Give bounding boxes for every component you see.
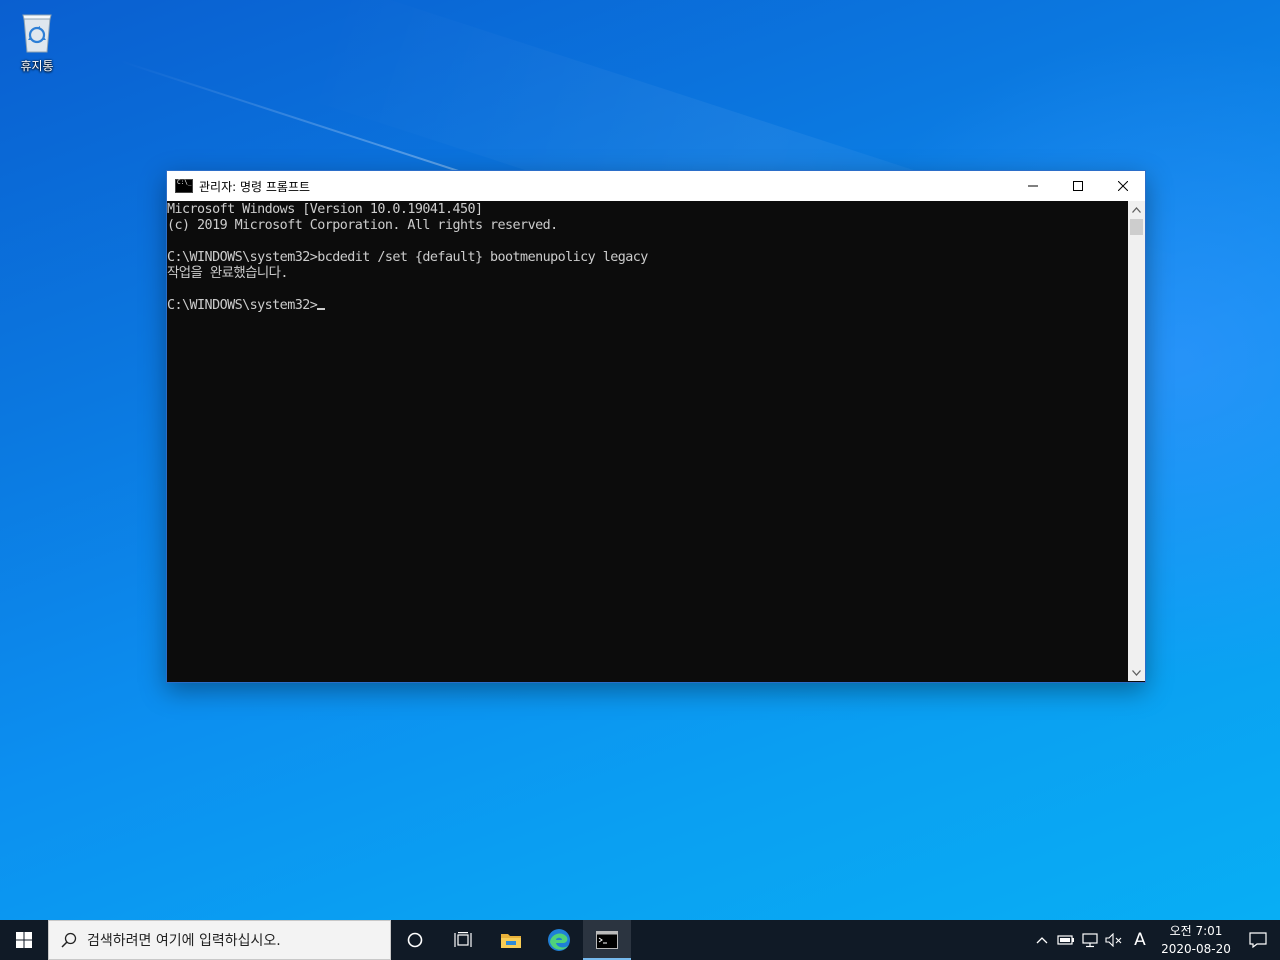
command-prompt-window[interactable]: 관리자: 명령 프롬프트 <box>166 170 1146 683</box>
taskbar-edge-button[interactable] <box>535 920 583 960</box>
command-prompt-icon <box>175 179 193 193</box>
console-line: (c) 2019 Microsoft Corporation. All righ… <box>167 218 558 233</box>
folder-icon <box>501 934 521 948</box>
recycle-bin-icon <box>22 14 52 53</box>
close-icon <box>1117 181 1128 191</box>
edge-icon <box>548 929 570 951</box>
command-prompt-icon <box>596 931 618 949</box>
minimize-button[interactable] <box>1010 171 1055 201</box>
show-hidden-icons-button[interactable] <box>1030 920 1054 960</box>
taskbar: 검색하려면 여기에 입력하십시오. A 오전 7:01 2020-08-20 <box>0 920 1280 960</box>
clock-date: 2020-08-20 <box>1161 942 1231 956</box>
chevron-up-icon <box>1132 206 1141 213</box>
chevron-down-icon <box>1132 669 1141 676</box>
desktop-icon-label: 휴지통 <box>20 59 54 73</box>
window-title: 관리자: 명령 프롬프트 <box>199 179 311 194</box>
action-center-button[interactable] <box>1236 920 1280 960</box>
tray-volume-button[interactable] <box>1102 920 1126 960</box>
circle-icon <box>407 932 423 948</box>
taskbar-cortana-button[interactable] <box>391 920 439 960</box>
taskbar-search-box[interactable]: 검색하려면 여기에 입력하십시오. <box>48 920 391 960</box>
system-tray: A 오전 7:01 2020-08-20 <box>1030 920 1280 960</box>
input-method-indicator[interactable]: A <box>1128 920 1152 960</box>
task-view-icon <box>454 932 472 947</box>
search-placeholder: 검색하려면 여기에 입력하십시오. <box>87 933 281 949</box>
console-prompt-line[interactable]: C:\WINDOWS\system32> <box>167 298 1128 314</box>
scrollbar-thumb[interactable] <box>1130 219 1143 235</box>
console-prompt: C:\WINDOWS\system32> <box>167 298 318 313</box>
minimize-icon <box>1027 185 1038 187</box>
scroll-down-button[interactable] <box>1128 664 1145 681</box>
desktop: 휴지통 관리자: 명령 프롬프트 <box>0 0 1280 960</box>
chevron-up-icon <box>1036 937 1048 944</box>
text-cursor <box>317 308 326 310</box>
desktop-icon-recycle-bin[interactable]: 휴지통 <box>8 6 66 78</box>
taskbar-clock[interactable]: 오전 7:01 2020-08-20 <box>1156 920 1236 960</box>
volume-muted-icon <box>1105 933 1122 947</box>
console-output[interactable]: Microsoft Windows [Version 10.0.19041.45… <box>167 201 1128 681</box>
search-icon <box>61 932 77 948</box>
maximize-icon <box>1072 181 1083 191</box>
taskbar-task-view-button[interactable] <box>439 920 487 960</box>
windows-logo-icon <box>16 932 32 948</box>
taskbar-command-prompt-button[interactable] <box>583 920 631 960</box>
window-controls <box>1010 171 1145 201</box>
maximize-button[interactable] <box>1055 171 1100 201</box>
console-line: C:\WINDOWS\system32>bcdedit /set {defaul… <box>167 250 648 265</box>
scroll-up-button[interactable] <box>1128 201 1145 218</box>
console-line: Microsoft Windows [Version 10.0.19041.45… <box>167 202 483 217</box>
close-button[interactable] <box>1100 171 1145 201</box>
clock-time: 오전 7:01 <box>1169 924 1223 938</box>
window-titlebar[interactable]: 관리자: 명령 프롬프트 <box>167 171 1145 201</box>
start-button[interactable] <box>0 920 48 960</box>
tray-network-button[interactable] <box>1078 920 1102 960</box>
vertical-scrollbar[interactable] <box>1128 201 1145 681</box>
taskbar-file-explorer-button[interactable] <box>487 920 535 960</box>
battery-icon <box>1057 935 1074 945</box>
network-icon <box>1082 933 1098 948</box>
console-line: 작업을 완료했습니다. <box>167 266 289 281</box>
notification-icon <box>1249 932 1267 948</box>
tray-battery-button[interactable] <box>1054 920 1078 960</box>
